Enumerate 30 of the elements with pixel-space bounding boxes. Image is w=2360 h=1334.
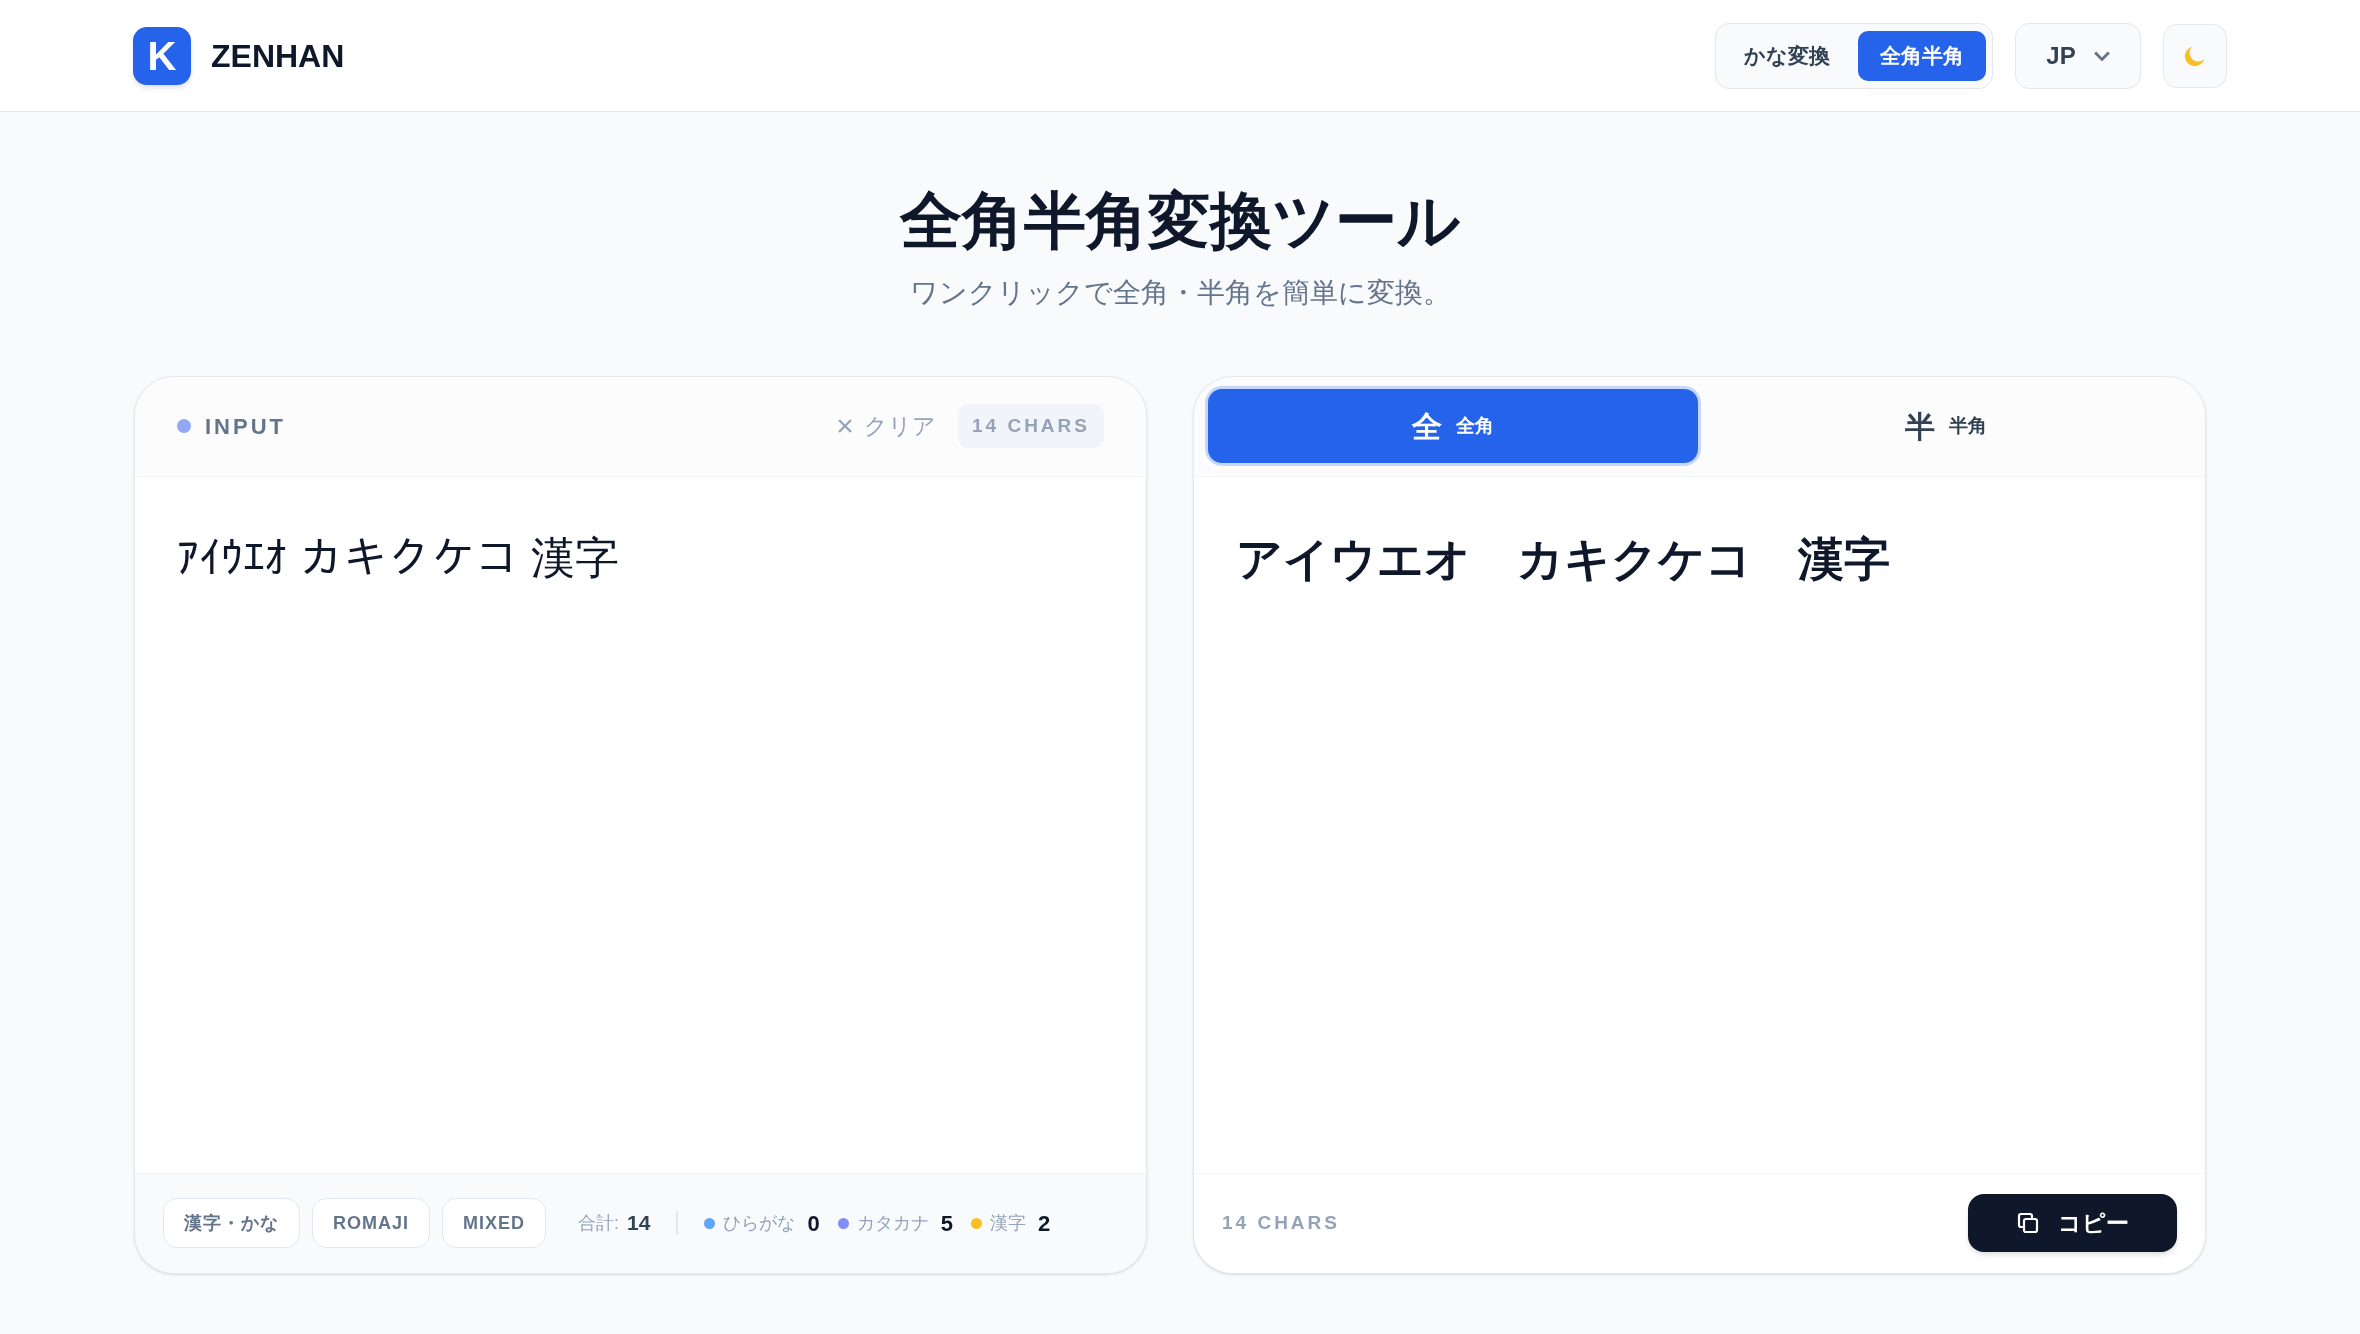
mode-chip[interactable]: MIXED [442,1198,547,1248]
char-count-badge: 14 CHARS [958,403,1104,449]
copy-icon [2016,1211,2040,1235]
theme-toggle-button[interactable] [2163,23,2227,88]
close-icon [836,417,854,435]
input-text: ｱｲｳｴｵ カキクケコ 漢字 [135,476,1146,1173]
chevron-down-icon [2093,50,2110,61]
mode-chip[interactable]: ROMAJI [312,1198,430,1248]
page-subtitle: ワンクリックで全角・半角を簡単に変換。 [909,275,1451,310]
stat-label: カタカナ [856,1211,929,1235]
output-text: アイウエオ カキクケコ 漢字 [1235,531,1891,587]
total-count: 14 [627,1210,651,1237]
language-dropdown[interactable]: JP [2015,22,2141,89]
mode-tab[interactable]: 全角半角 [1858,30,1986,81]
total-label: 合計: [578,1211,620,1235]
stat-label: ひらがな [723,1211,796,1235]
stat-value: 5 [940,1209,953,1238]
page-title: 全角半角変換ツール [900,185,1460,257]
char-count: 14 CHARS [1222,1210,1340,1235]
logo-icon: K [133,26,191,85]
mode-tab[interactable]: かな変換 [1722,30,1852,81]
stat-label: 漢字 [989,1211,1026,1235]
mode-chip[interactable]: 漢字・かな [163,1198,300,1248]
brand-name: ZENHAN [211,36,345,76]
stat-value: 0 [807,1209,820,1238]
width-tab[interactable]: 半 半角 [1701,389,2191,463]
width-tab[interactable]: 全 全角 [1208,389,1698,463]
stat-value: 2 [1037,1209,1051,1238]
panel-label: INPUT [205,412,286,441]
copy-button[interactable]: コピー [1968,1194,2177,1252]
